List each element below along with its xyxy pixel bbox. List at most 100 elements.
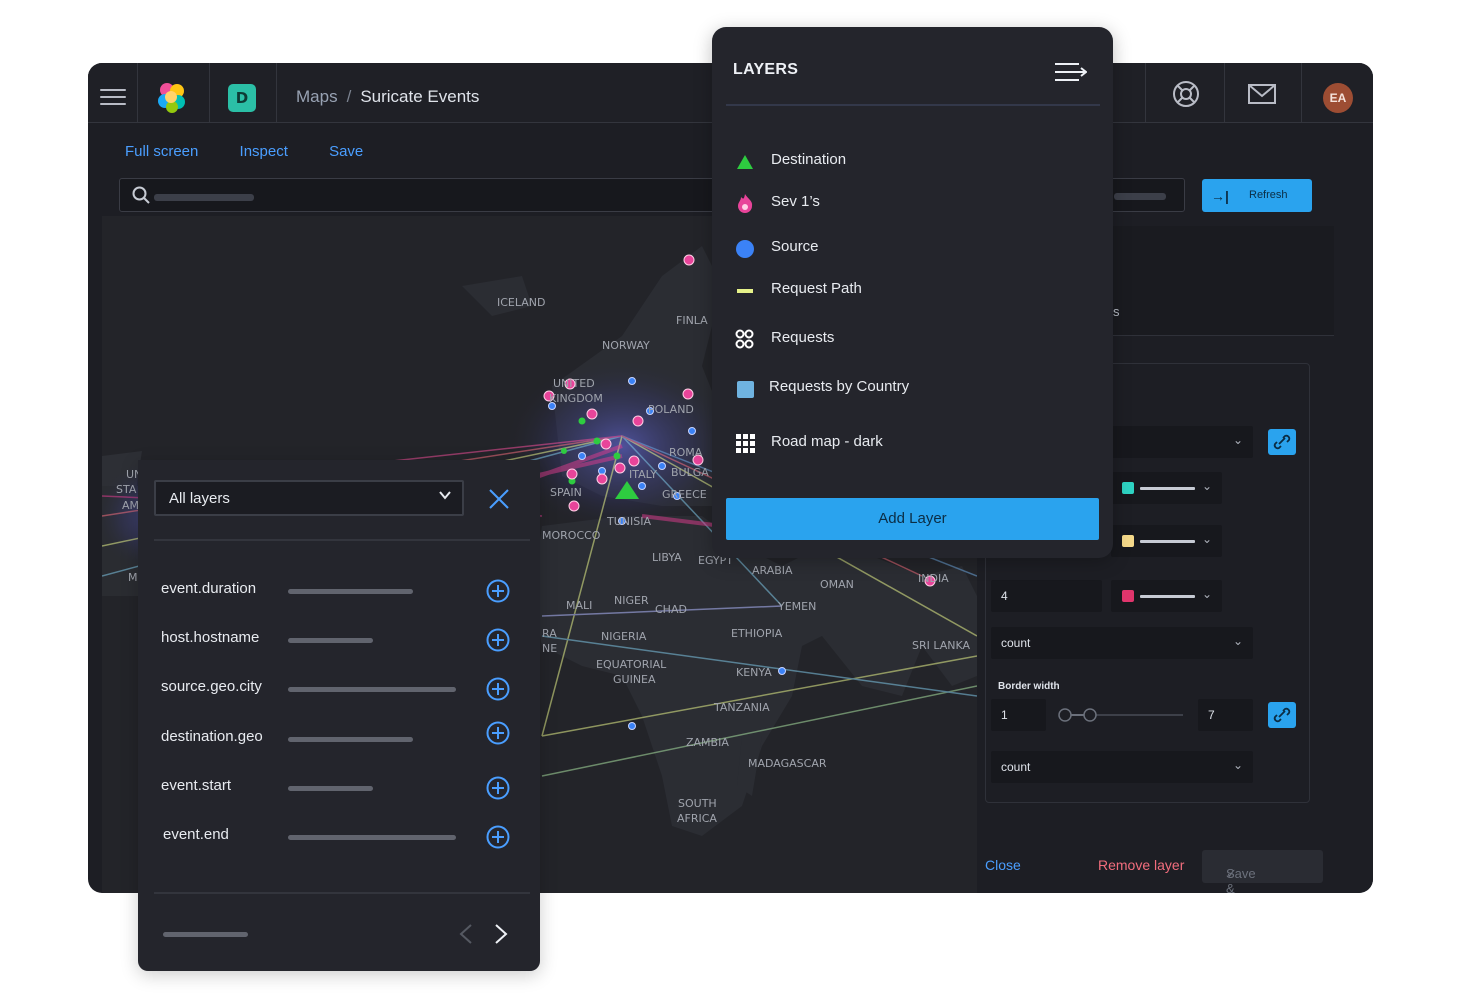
map-label: SPAIN: [550, 486, 582, 499]
map-label: AFRICA: [677, 812, 717, 825]
layer-item-requests[interactable]: Requests: [734, 324, 1094, 354]
layer-item-request-path[interactable]: Request Path: [734, 275, 1094, 305]
map-label: SOUTH: [678, 797, 717, 810]
map-label: GREECE: [662, 488, 707, 501]
arrow-right-bar-icon: →|: [1211, 188, 1229, 204]
flame-icon: [738, 194, 753, 213]
full-screen-link[interactable]: Full screen: [125, 143, 198, 160]
select-field[interactable]: ⌄: [1103, 426, 1253, 458]
map-label: KENYA: [736, 666, 772, 679]
remove-layer-button[interactable]: Remove layer: [1098, 857, 1184, 873]
add-layer-button[interactable]: Add Layer: [726, 498, 1099, 540]
map-label: NORWAY: [602, 339, 650, 352]
layer-edit-partial-text: s: [1113, 304, 1120, 319]
chevron-right-icon[interactable]: [493, 923, 509, 945]
menu-icon[interactable]: [100, 89, 126, 107]
add-circle-icon[interactable]: [485, 775, 511, 801]
label-color-picker[interactable]: ⌄: [1111, 580, 1222, 612]
add-circle-icon[interactable]: [485, 578, 511, 604]
map-label: AM: [122, 499, 139, 512]
map-label: NE: [542, 642, 557, 655]
color-swatch: [1122, 482, 1134, 494]
border-width-slider[interactable]: [1058, 707, 1188, 723]
map-label: CHAD: [655, 603, 687, 616]
page: D Maps / Suricate Events EA Full screen …: [0, 0, 1460, 1000]
circle-icon: [736, 240, 754, 258]
layer-edit-footer: Close Remove layer ✓ Save & close: [977, 836, 1373, 893]
map-label: UNITED: [553, 377, 595, 390]
map-label: M: [128, 571, 138, 584]
link-icon: [1273, 434, 1291, 450]
map-label: TANZANIA: [713, 701, 770, 714]
border-color-picker[interactable]: ⌄: [1111, 525, 1222, 557]
field-name: event.duration: [161, 580, 257, 597]
map-label: FINLA: [676, 314, 708, 327]
add-circle-icon[interactable]: [485, 824, 511, 850]
inspect-link[interactable]: Inspect: [240, 143, 288, 160]
layer-item-requests-by-country[interactable]: Requests by Country: [734, 373, 1094, 403]
field-row: event.start: [161, 773, 521, 803]
triangle-icon: [737, 155, 753, 169]
chevron-down-icon: ⌄: [1201, 479, 1212, 493]
layer-select[interactable]: All layers: [154, 480, 464, 516]
field-row: destination.geo: [161, 721, 521, 754]
close-button[interactable]: Close: [985, 857, 1021, 873]
field-name: destination.geo: [161, 728, 263, 745]
border-max-input[interactable]: 7: [1198, 699, 1253, 731]
user-avatar[interactable]: EA: [1323, 83, 1353, 113]
link-button[interactable]: [1268, 429, 1296, 455]
breadcrumb-separator: /: [346, 87, 352, 106]
chevron-down-icon: ⌄: [1201, 587, 1212, 601]
map-label: ETHIOPIA: [731, 627, 783, 640]
help-icon[interactable]: [1171, 79, 1201, 109]
breadcrumb-current: Suricate Events: [360, 87, 480, 106]
map-label: YEMEN: [777, 600, 816, 613]
add-circle-icon[interactable]: [485, 676, 511, 702]
field-row: event.duration: [161, 576, 521, 606]
save-close-button[interactable]: ✓ Save & close: [1202, 850, 1323, 893]
map-label: MOROCCO: [542, 529, 601, 542]
border-min-input[interactable]: 1: [991, 699, 1046, 731]
map-label: TUNISIA: [606, 515, 651, 528]
map-label: MADAGASCAR: [748, 757, 827, 770]
mail-icon[interactable]: [1247, 79, 1277, 109]
map-label: ICELAND: [497, 296, 545, 309]
fill-color-picker[interactable]: ⌄: [1111, 472, 1222, 504]
metric-select-2[interactable]: count ⌄: [991, 751, 1253, 783]
field-row: source.geo.city: [161, 674, 521, 704]
cluster-icon: [735, 329, 754, 349]
layer-item-sev1[interactable]: Sev 1’s: [734, 188, 1094, 218]
layer-item-destination[interactable]: Destination: [734, 146, 1094, 176]
add-circle-icon[interactable]: [485, 720, 511, 746]
map-label: LIBYA: [652, 551, 682, 564]
elastic-logo-icon[interactable]: [154, 80, 190, 116]
space-badge[interactable]: D: [228, 84, 256, 112]
layer-item-road-map-dark[interactable]: Road map - dark: [734, 428, 1094, 458]
map-actions: Full screen Inspect Save: [125, 143, 400, 160]
chevron-left-icon[interactable]: [458, 923, 474, 945]
refresh-button[interactable]: →| Refresh: [1202, 179, 1312, 212]
size-input[interactable]: 4: [991, 580, 1102, 612]
map-label: NIGER: [614, 594, 649, 607]
field-name: event.start: [161, 777, 232, 794]
map-label: ITALY: [629, 468, 657, 481]
map-label: ROMA: [669, 446, 703, 459]
field-name: host.hostname: [161, 629, 260, 646]
map-label: ARABIA: [752, 564, 793, 577]
map-label: RA: [542, 627, 557, 640]
metric-select-1[interactable]: count ⌄: [991, 627, 1253, 659]
grid-icon: [736, 434, 755, 453]
link-button[interactable]: [1268, 702, 1296, 728]
chevron-down-icon: ⌄: [1201, 532, 1212, 546]
add-circle-icon[interactable]: [485, 627, 511, 653]
save-link[interactable]: Save: [329, 143, 363, 160]
collapse-menu-icon[interactable]: [1055, 61, 1087, 83]
search-input[interactable]: [119, 178, 739, 212]
layer-item-source[interactable]: Source: [734, 233, 1094, 263]
chevron-down-icon: ⌄: [1232, 433, 1243, 447]
field-row: event.end: [161, 822, 521, 852]
link-icon: [1273, 707, 1291, 723]
close-icon[interactable]: [488, 488, 510, 510]
field-name: event.end: [163, 826, 229, 843]
breadcrumb-maps[interactable]: Maps: [296, 87, 338, 106]
